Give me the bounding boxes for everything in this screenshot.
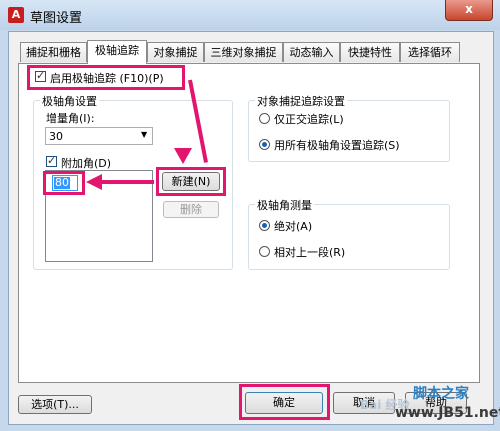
absolute-label: 绝对(A) — [274, 220, 313, 233]
increment-angle-value: 30 — [49, 130, 63, 143]
arrow-head-icon — [174, 148, 192, 164]
arrow-head-icon — [86, 174, 102, 190]
autocad-logo-icon: A — [8, 7, 24, 23]
ortho-tracking-label: 仅正交追踪(L) — [274, 113, 344, 126]
all-polar-tracking-label: 用所有极轴角设置追踪(S) — [274, 139, 400, 152]
ortho-tracking-radio[interactable] — [259, 113, 270, 124]
tab-polar-tracking[interactable]: 极轴追踪 — [87, 40, 147, 64]
tab-dynamic-input[interactable]: 动态输入 — [283, 42, 340, 62]
tab-3d-object-snap[interactable]: 三维对象捕捉 — [204, 42, 283, 62]
window-title: 草图设置 — [30, 11, 83, 26]
site-name-watermark: 脚本之家 — [413, 386, 469, 402]
object-snap-tracking-label: 对象捕捉追踪设置 — [255, 93, 347, 109]
relative-label: 相对上一段(R) — [274, 246, 346, 259]
annotation-arrow-left — [100, 180, 154, 184]
relative-radio[interactable] — [259, 246, 270, 257]
polar-angle-settings-label: 极轴角设置 — [40, 93, 99, 109]
additional-angle-edit[interactable]: 80 — [52, 175, 78, 191]
new-angle-button[interactable]: 新建(N) — [162, 172, 220, 191]
additional-angle-value: 80 — [54, 176, 70, 189]
absolute-radio[interactable] — [259, 220, 270, 231]
additional-angles-checkbox[interactable] — [46, 154, 57, 167]
polar-measurement-group — [248, 204, 450, 270]
additional-angles-label: 附加角(D) — [61, 157, 112, 170]
enable-polar-checkbox[interactable] — [35, 69, 46, 82]
delete-angle-button[interactable]: 删除 — [163, 201, 219, 218]
close-icon: x — [465, 2, 473, 16]
site-url-watermark: www.JB51.net — [395, 405, 500, 421]
tab-snap-grid[interactable]: 捕捉和栅格 — [20, 42, 87, 62]
polar-measurement-label: 极轴角测量 — [255, 197, 314, 213]
chevron-down-icon: ▼ — [141, 130, 148, 139]
close-button[interactable]: x — [445, 0, 493, 21]
tab-object-snap[interactable]: 对象捕捉 — [147, 42, 204, 62]
enable-polar-label: 启用极轴追踪 (F10)(P) — [50, 72, 164, 85]
all-polar-tracking-radio[interactable] — [259, 139, 270, 150]
tab-quick-properties[interactable]: 快捷特性 — [340, 42, 400, 62]
ok-button[interactable]: 确定 — [245, 392, 323, 414]
tab-selection-cycling[interactable]: 选择循环 — [400, 42, 460, 62]
increment-angle-select[interactable]: 30 ▼ — [45, 127, 153, 145]
options-button[interactable]: 选项(T)... — [18, 395, 92, 414]
increment-angle-label: 增量角(I): — [46, 112, 95, 125]
